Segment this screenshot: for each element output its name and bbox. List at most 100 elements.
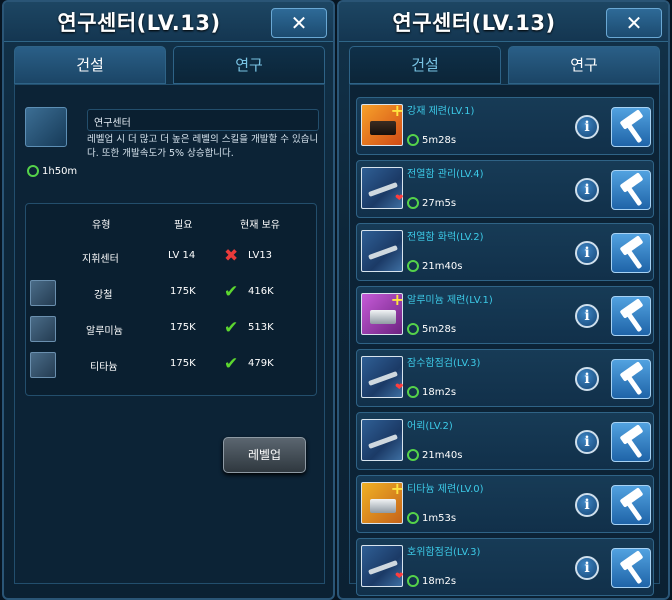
- cross-icon: ✖: [224, 246, 239, 266]
- header-type: 유형: [92, 220, 111, 231]
- plus-icon: +: [390, 290, 404, 309]
- ship-icon: [368, 245, 398, 260]
- ship-icon: [368, 182, 398, 197]
- clock-icon: [407, 386, 419, 398]
- item-name: 알루미늄 제련(LV.1): [407, 295, 493, 306]
- ship-icon: [368, 434, 398, 449]
- item-timer: 21m40s: [407, 260, 462, 272]
- titanium-bar-icon: [370, 499, 396, 513]
- info-button[interactable]: i: [575, 115, 599, 139]
- list-item[interactable]: 전열함 화력(LV.2) 21m40s i: [356, 223, 654, 281]
- heart-icon: ❤: [395, 571, 404, 582]
- item-name: 전열함 화력(LV.2): [407, 232, 484, 243]
- torpedo-icon: [361, 419, 403, 461]
- info-button[interactable]: i: [575, 556, 599, 580]
- info-button[interactable]: i: [575, 241, 599, 265]
- check-icon: ✔: [224, 282, 239, 302]
- build-content: 연구센터 레벨업 시 더 많고 더 높은 레벨의 스킬을 개발할 수 있습니다.…: [14, 84, 325, 584]
- clock-icon: [407, 323, 419, 335]
- req-required: 175K: [170, 286, 196, 297]
- list-item[interactable]: ❤ 호위함점검(LV.3) 18m2s i: [356, 538, 654, 596]
- item-time: 5m28s: [422, 135, 457, 146]
- research-button[interactable]: [611, 296, 651, 336]
- item-time: 1m53s: [422, 513, 457, 524]
- check-icon: ✔: [224, 354, 239, 374]
- info-button[interactable]: i: [575, 430, 599, 454]
- item-timer: 5m28s: [407, 323, 456, 335]
- aluminum-bar-icon: [370, 310, 396, 324]
- item-time: 27m5s: [422, 198, 457, 209]
- close-button[interactable]: ✕: [271, 8, 327, 38]
- clock-icon: [407, 449, 419, 461]
- info-button[interactable]: i: [575, 367, 599, 391]
- research-list[interactable]: + 강재 제련(LV.1) 5m28s i ❤ 전열함 관리(LV.4) 27m…: [349, 84, 660, 596]
- title-bar: 연구센터(LV.13) ✕: [339, 2, 668, 42]
- info-button[interactable]: i: [575, 493, 599, 517]
- req-required: 175K: [170, 358, 196, 369]
- tab-build[interactable]: 건설: [349, 46, 501, 84]
- item-time: 21m40s: [422, 450, 463, 461]
- header-owned: 현재 보유: [240, 220, 280, 231]
- steel-bar-icon: [370, 121, 396, 135]
- item-timer: 18m2s: [407, 575, 456, 587]
- level-up-button[interactable]: 레벨업: [223, 437, 306, 473]
- list-item[interactable]: + 티타늄 제련(LV.0) 1m53s i: [356, 475, 654, 533]
- research-button[interactable]: [611, 548, 651, 588]
- req-type: 티타늄: [90, 362, 118, 373]
- table-row: 알루미늄 175K ✔ 513K: [26, 314, 316, 344]
- plus-icon: +: [390, 101, 404, 120]
- list-item[interactable]: ❤ 전열함 관리(LV.4) 27m5s i: [356, 160, 654, 218]
- list-item[interactable]: + 강재 제련(LV.1) 5m28s i: [356, 97, 654, 155]
- tab-bar: 건설 연구: [349, 46, 660, 84]
- plus-icon: +: [390, 479, 404, 498]
- research-description: 레벨업 시 더 많고 더 높은 레벨의 스킬을 개발할 수 있습니다. 또한 개…: [87, 134, 319, 159]
- aluminum-icon: [30, 316, 56, 342]
- item-timer: 27m5s: [407, 197, 456, 209]
- req-type: 알루미늄: [86, 326, 123, 337]
- req-required: LV 14: [168, 250, 196, 261]
- panel-title: 연구센터(LV.13): [57, 11, 221, 35]
- item-name: 전열함 관리(LV.4): [407, 169, 484, 180]
- item-time: 21m40s: [422, 261, 463, 272]
- research-center-icon: [25, 107, 67, 147]
- clock-icon: [407, 260, 419, 272]
- tab-build[interactable]: 건설: [14, 46, 166, 84]
- item-timer: 21m40s: [407, 449, 462, 461]
- item-name: 잠수함점검(LV.3): [407, 358, 481, 369]
- close-button[interactable]: ✕: [606, 8, 662, 38]
- table-row: 강철 175K ✔ 416K: [26, 278, 316, 308]
- research-button[interactable]: [611, 233, 651, 273]
- info-button[interactable]: i: [575, 304, 599, 328]
- item-name: 강재 제련(LV.1): [407, 106, 475, 117]
- list-item[interactable]: ❤ 잠수함점검(LV.3) 18m2s i: [356, 349, 654, 407]
- clock-icon: [407, 512, 419, 524]
- table-row: 지휘센터 LV 14 ✖ LV13: [26, 242, 316, 272]
- list-item[interactable]: 어뢰(LV.2) 21m40s i: [356, 412, 654, 470]
- clock-icon: [407, 575, 419, 587]
- item-time: 18m2s: [422, 387, 457, 398]
- research-button[interactable]: [611, 485, 651, 525]
- heart-icon: ❤: [395, 193, 404, 204]
- req-owned: 513K: [248, 322, 274, 333]
- item-timer: 1m53s: [407, 512, 456, 524]
- heart-icon: ❤: [395, 382, 404, 393]
- info-button[interactable]: i: [575, 178, 599, 202]
- ship-icon: [368, 560, 398, 575]
- req-owned: 479K: [248, 358, 274, 369]
- title-bar: 연구센터(LV.13) ✕: [4, 2, 333, 42]
- research-button[interactable]: [611, 359, 651, 399]
- clock-icon: [407, 134, 419, 146]
- build-timer: 1h50m: [27, 165, 77, 177]
- req-required: 175K: [170, 322, 196, 333]
- tab-research[interactable]: 연구: [173, 46, 325, 84]
- req-owned: 416K: [248, 286, 274, 297]
- research-name: 연구센터: [87, 109, 319, 131]
- list-item[interactable]: + 알루미늄 제련(LV.1) 5m28s i: [356, 286, 654, 344]
- check-icon: ✔: [224, 318, 239, 338]
- research-button[interactable]: [611, 170, 651, 210]
- research-center-research-panel: 연구센터(LV.13) ✕ 건설 연구 + 강재 제련(LV.1) 5m28s …: [337, 0, 670, 600]
- research-button[interactable]: [611, 422, 651, 462]
- req-type: 강철: [94, 290, 113, 301]
- research-button[interactable]: [611, 107, 651, 147]
- tab-research[interactable]: 연구: [508, 46, 660, 84]
